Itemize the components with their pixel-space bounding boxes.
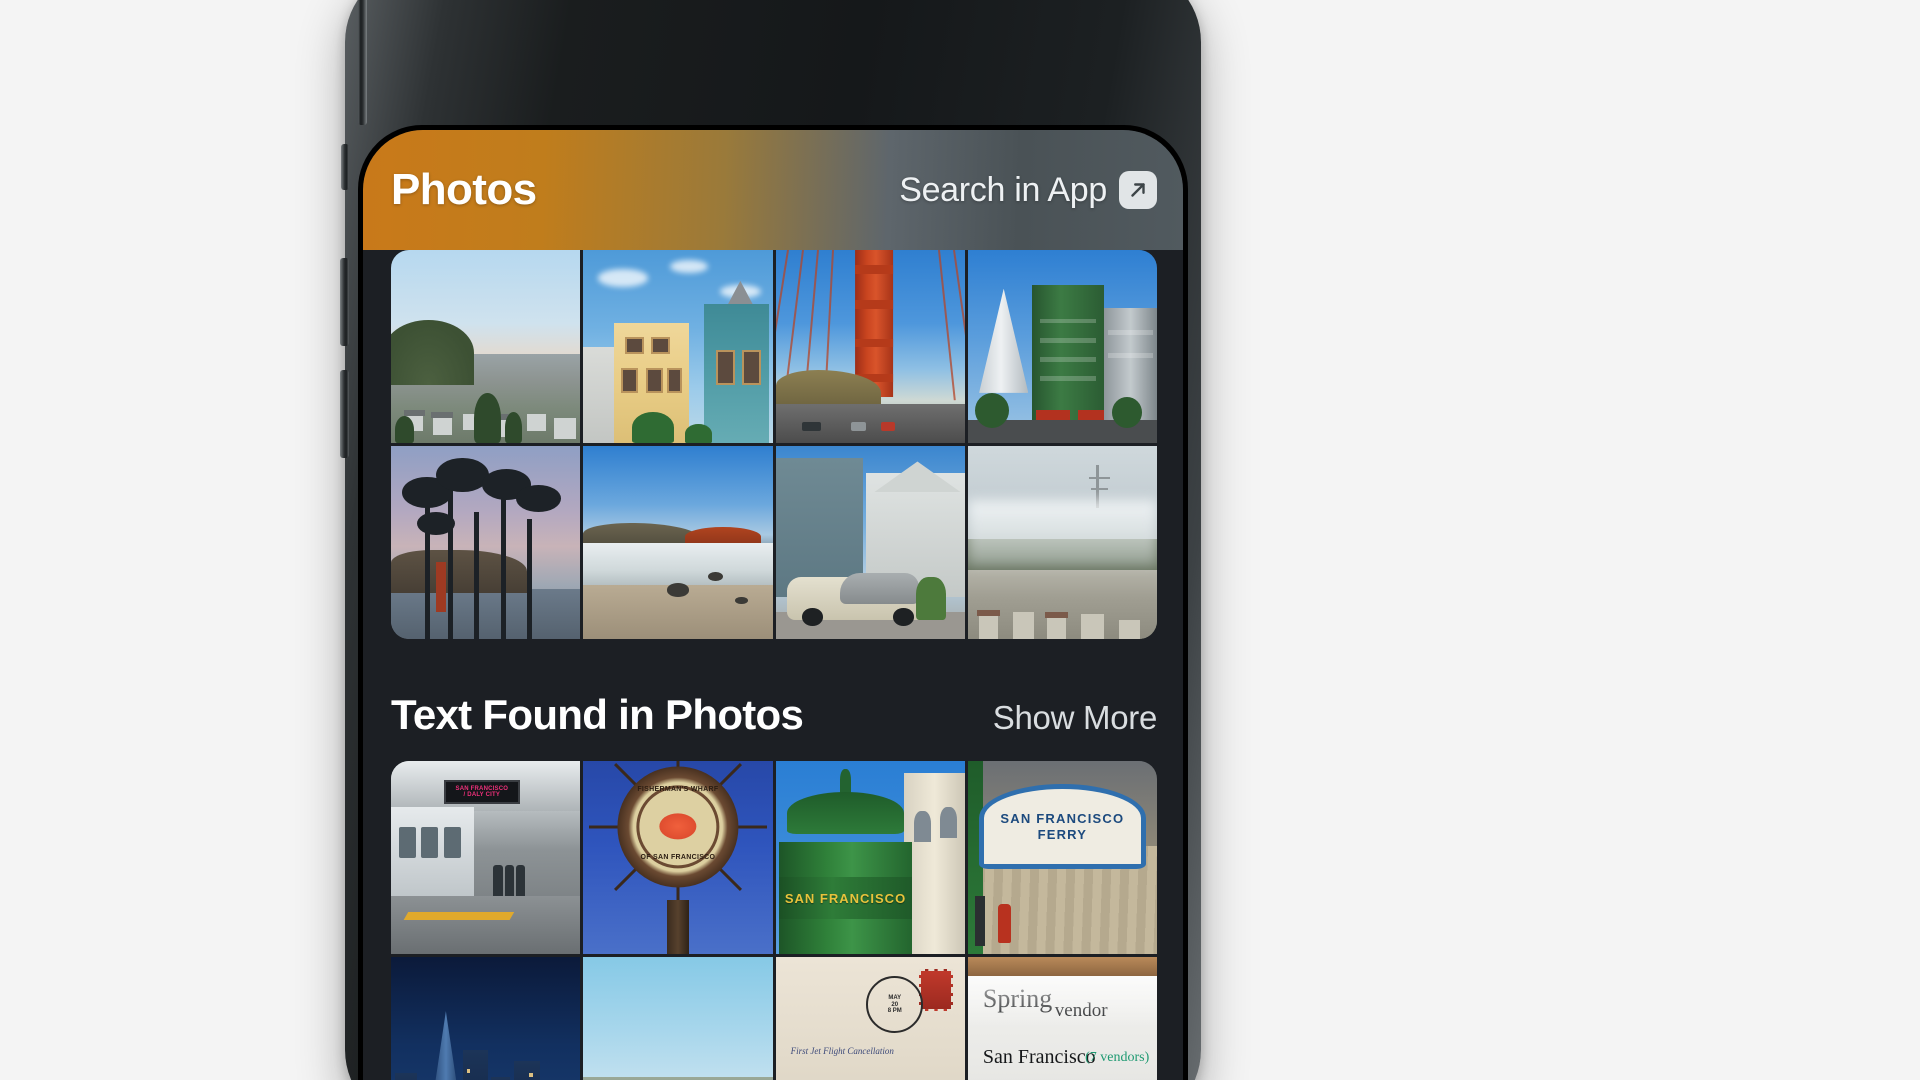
photo-tile-postmarked-envelope[interactable]: MAY 20 8 PM First Jet Flight Cancellatio… xyxy=(775,957,965,1080)
photo-thumbnail: SAN FRANCISCO / DALY CITY xyxy=(391,761,581,955)
photo-tile-highway-exit-signs[interactable]: EXIT 13 101 EXIT 13B xyxy=(583,957,773,1080)
photo-thumbnail: SAN FRANCISCO FERRY xyxy=(967,761,1157,955)
ferry-sign-line1: SAN FRANCISCO xyxy=(1000,811,1125,827)
grid-spacer xyxy=(363,639,1183,673)
photo-thumbnail: FISHERMAN'S WHARF OF SAN FRANCISCO xyxy=(583,761,773,955)
photo-tile-cypress-dusk-bridge[interactable] xyxy=(391,446,581,640)
kiosk-sign-text: SAN FRANCISCO xyxy=(784,890,907,906)
photo-thumbnail xyxy=(583,446,773,640)
device-screen: Photos Search in App Text Found in Photo… xyxy=(363,130,1183,1080)
photo-thumbnail xyxy=(967,250,1157,444)
photo-tile-foggy-sutro-hills[interactable] xyxy=(967,446,1157,640)
wharf-sign-bottom: OF SAN FRANCISCO xyxy=(640,853,716,861)
bart-sign-line2: / DALY CITY xyxy=(463,791,501,798)
photo-tile-whiteboard-note[interactable]: Spring vendor San Francisco (7 vendors) … xyxy=(967,957,1157,1080)
search-in-app-button[interactable]: Search in App xyxy=(899,171,1157,210)
whiteboard-line2: San Francisco xyxy=(982,1045,1096,1068)
photo-tile-ferry-building-sign[interactable]: SAN FRANCISCO FERRY xyxy=(967,761,1157,955)
photo-thumbnail: SAN FRANCISCO xyxy=(775,761,965,955)
photo-thumbnail xyxy=(967,446,1157,640)
scroll-content[interactable]: Photos Search in App Text Found in Photo… xyxy=(363,130,1183,1080)
screenshot-stage: Photos Search in App Text Found in Photo… xyxy=(0,0,1920,1080)
ferry-sign: SAN FRANCISCO FERRY xyxy=(979,784,1146,870)
photo-thumbnail: Spring vendor San Francisco (7 vendors) … xyxy=(967,957,1157,1080)
device-bezel: Photos Search in App Text Found in Photo… xyxy=(358,125,1188,1080)
photo-tile-sf-hills-sunset[interactable] xyxy=(391,250,581,444)
whiteboard-line2b: (7 vendors) xyxy=(1085,1049,1150,1065)
photo-thumbnail xyxy=(775,250,965,444)
search-in-app-label: Search in App xyxy=(899,170,1107,209)
power-button[interactable] xyxy=(358,0,367,125)
page-title: Photos xyxy=(391,165,537,214)
show-more-button[interactable]: Show More xyxy=(993,699,1158,737)
silence-switch[interactable] xyxy=(341,144,349,190)
photo-thumbnail xyxy=(391,250,581,444)
photo-tile-fishermans-wharf-sign[interactable]: FISHERMAN'S WHARF OF SAN FRANCISCO xyxy=(583,761,773,955)
photos-section-header: Photos Search in App xyxy=(363,130,1183,250)
photo-tile-golden-gate-tower[interactable] xyxy=(775,250,965,444)
photo-thumbnail: MAY 20 8 PM First Jet Flight Cancellatio… xyxy=(775,957,965,1080)
section-title: Text Found in Photos xyxy=(391,691,804,739)
bart-destination-sign: SAN FRANCISCO / DALY CITY xyxy=(443,780,520,804)
volume-up-button[interactable] xyxy=(340,258,349,346)
photo-tile-victorian-houses[interactable] xyxy=(583,250,773,444)
photo-tile-house-covered-car[interactable] xyxy=(775,446,965,640)
text-found-grid[interactable]: SAN FRANCISCO / DALY CITY FISHERMAN'S WH… xyxy=(363,761,1183,1080)
photo-thumbnail: EXIT 13 101 EXIT 13B xyxy=(583,957,773,1080)
wharf-sign-top: FISHERMAN'S WHARF xyxy=(637,786,719,794)
photo-thumbnail xyxy=(583,250,773,444)
photo-tile-baker-beach-bridge[interactable] xyxy=(583,446,773,640)
photo-thumbnail xyxy=(391,446,581,640)
volume-down-button[interactable] xyxy=(340,370,349,458)
photo-tile-transamerica-columbus[interactable] xyxy=(967,250,1157,444)
arrow-up-right-icon xyxy=(1119,171,1157,209)
kiosk-sign: SAN FRANCISCO xyxy=(779,876,912,920)
postmark: MAY 20 8 PM xyxy=(866,976,924,1034)
ferry-sign-line2: FERRY xyxy=(1037,827,1088,843)
photo-tile-bart-platform[interactable]: SAN FRANCISCO / DALY CITY xyxy=(391,761,581,955)
photos-grid[interactable] xyxy=(363,250,1183,640)
iphone-device-frame: Photos Search in App Text Found in Photo… xyxy=(340,0,1201,1080)
photo-thumbnail xyxy=(775,446,965,640)
photo-tile-night-skyline[interactable] xyxy=(391,957,581,1080)
text-found-section-header: Text Found in Photos Show More xyxy=(363,673,1183,761)
photo-tile-columbus-tower-kiosk[interactable]: SAN FRANCISCO xyxy=(775,761,965,955)
photo-thumbnail xyxy=(391,957,581,1080)
handwritten-note: First Jet Flight Cancellation xyxy=(790,1045,894,1056)
